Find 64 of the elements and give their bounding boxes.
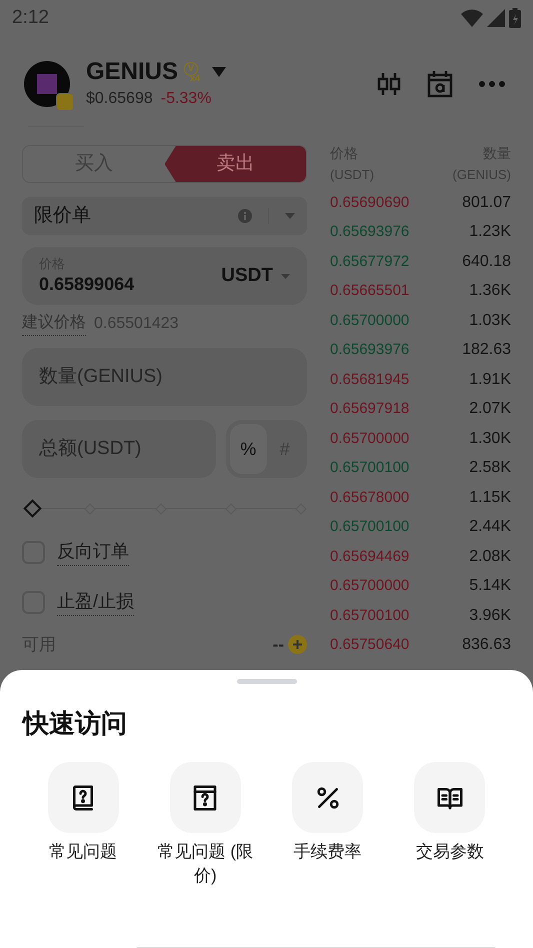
order-price: 0.65678000 bbox=[330, 488, 410, 508]
order-price: 0.65700100 bbox=[330, 606, 410, 626]
order-amount: 1.91K bbox=[469, 370, 511, 390]
available-value: -- bbox=[272, 634, 284, 656]
total-mode-option[interactable]: # bbox=[266, 424, 303, 474]
token-price: $0.65698 bbox=[86, 89, 153, 109]
order-amount: 2.58K bbox=[469, 458, 511, 478]
order-amount: 1.23K bbox=[469, 222, 511, 242]
caret-icon bbox=[285, 213, 295, 219]
order-price: 0.65694469 bbox=[330, 546, 410, 566]
sheet-title: 快速访问 bbox=[23, 708, 128, 738]
info-icon[interactable] bbox=[238, 209, 252, 223]
order-price: 0.65677972 bbox=[330, 252, 410, 272]
quick-access-item[interactable]: 交易参数 bbox=[388, 762, 511, 888]
quick-access-item[interactable]: 常见问题 bbox=[22, 762, 144, 888]
order-type-select[interactable]: 限价单 bbox=[22, 197, 307, 235]
total-field[interactable]: 总额(USDT) bbox=[22, 420, 216, 478]
caret-icon bbox=[281, 274, 290, 278]
order-amount: 2.08K bbox=[469, 546, 511, 567]
drag-handle[interactable] bbox=[236, 679, 296, 684]
add-funds-icon[interactable] bbox=[288, 635, 307, 654]
order-amount: 3.96K bbox=[469, 606, 511, 626]
order-amount: 1.15K bbox=[469, 488, 511, 508]
quick-access-item[interactable]: 常见问题 (限价) bbox=[144, 762, 266, 888]
order-amount: 1.36K bbox=[469, 281, 511, 302]
order-price: 0.65700100 bbox=[330, 517, 410, 537]
option-label[interactable]: 止盈/止损 bbox=[57, 588, 134, 616]
order-price: 0.65700000 bbox=[330, 576, 410, 596]
order-amount: 1.03K bbox=[469, 310, 511, 331]
quantity-field[interactable]: 数量(GENIUS) bbox=[22, 348, 307, 406]
order-amount: 5.14K bbox=[469, 576, 511, 596]
status-time: 2:12 bbox=[12, 6, 49, 30]
calendar-icon[interactable] bbox=[427, 70, 453, 98]
amount-slider[interactable] bbox=[24, 500, 305, 518]
order-price: 0.65681945 bbox=[330, 370, 410, 390]
order-amount: 2.44K bbox=[469, 517, 511, 538]
order-price: 0.65693976 bbox=[330, 222, 410, 242]
order-price: 0.65750640 bbox=[330, 635, 410, 655]
total-mode-option[interactable]: % bbox=[230, 424, 266, 474]
order-price: 0.65700100 bbox=[330, 458, 410, 478]
order-amount: 2.07K bbox=[469, 399, 511, 420]
option-label[interactable]: 反向订单 bbox=[57, 538, 129, 566]
order-price: 0.65693976 bbox=[330, 340, 410, 360]
order-amount: 836.63 bbox=[462, 635, 511, 656]
order-price: 0.65665501 bbox=[330, 281, 410, 301]
token-name[interactable]: GENIUS bbox=[86, 57, 178, 87]
price-change: -5.33% bbox=[160, 89, 212, 109]
order-price: 0.65700000 bbox=[330, 428, 410, 448]
order-amount: 1.30K bbox=[469, 428, 511, 449]
trade-side-tab[interactable]: 卖出 bbox=[164, 146, 306, 182]
more-icon[interactable] bbox=[479, 81, 505, 87]
currency-selector[interactable]: USDT bbox=[221, 262, 290, 290]
order-amount: 801.07 bbox=[462, 192, 511, 213]
candlestick-icon[interactable] bbox=[377, 71, 401, 97]
order-price: 0.65700000 bbox=[330, 310, 410, 330]
dropdown-caret-icon[interactable] bbox=[212, 67, 226, 77]
order-price: 0.65690690 bbox=[330, 192, 410, 212]
order-amount: 182.63 bbox=[462, 340, 511, 360]
battery-icon bbox=[509, 8, 521, 28]
signal-icon bbox=[487, 9, 505, 27]
order-price: 0.65697918 bbox=[330, 399, 410, 419]
wifi-icon bbox=[461, 9, 483, 27]
order-amount: 640.18 bbox=[462, 252, 511, 272]
quick-access-item[interactable]: 手续费率 bbox=[266, 762, 389, 888]
